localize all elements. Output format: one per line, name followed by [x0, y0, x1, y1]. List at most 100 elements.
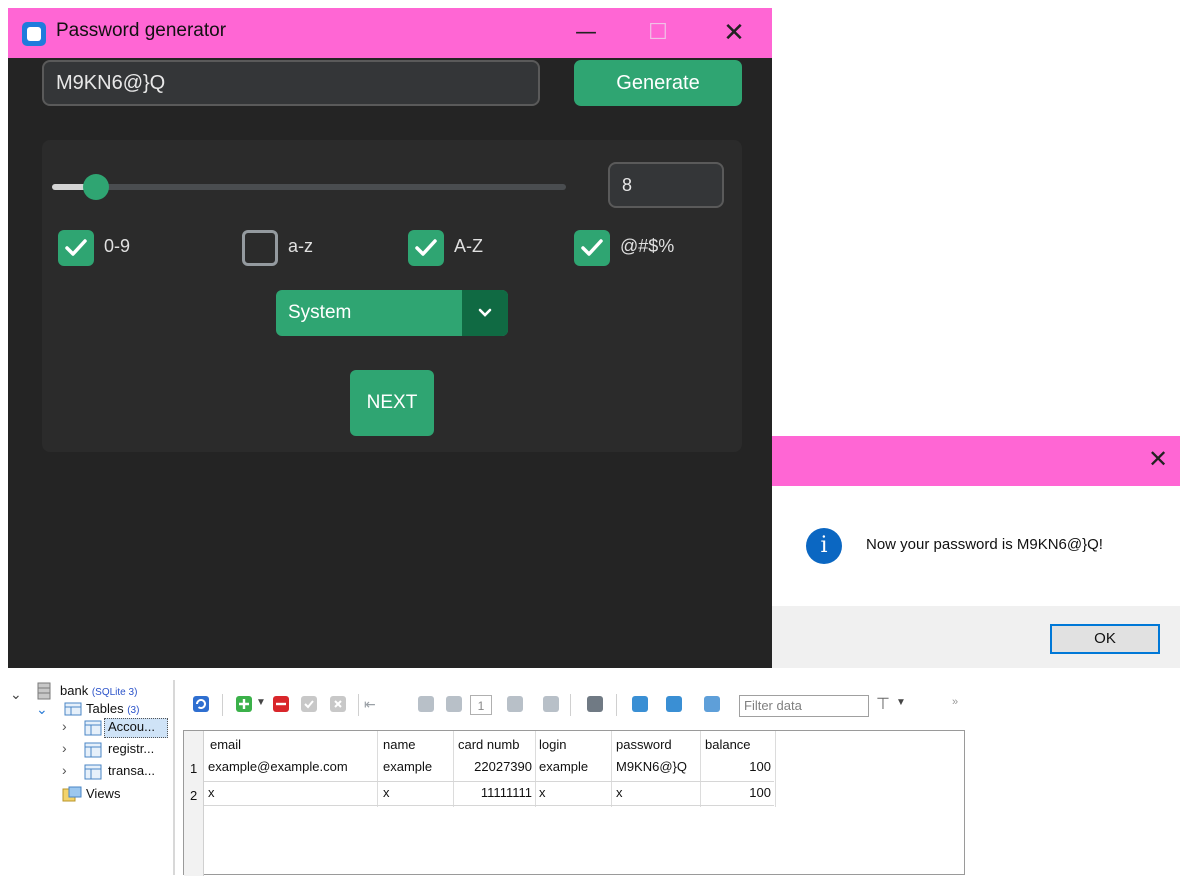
- first-page-icon[interactable]: ⇤: [364, 696, 376, 713]
- checkmark-icon: [65, 239, 87, 256]
- password-output-field[interactable]: M9KN6@}Q: [42, 60, 540, 106]
- ok-button[interactable]: OK: [1050, 624, 1160, 654]
- tree-db-node[interactable]: bank (SQLite 3): [60, 683, 137, 698]
- table-cell[interactable]: 100: [705, 759, 771, 774]
- db-name: bank: [60, 683, 89, 698]
- column-divider: [453, 731, 454, 807]
- table-cell[interactable]: 22027390: [456, 759, 532, 774]
- checkbox-digits[interactable]: 0-9: [58, 230, 198, 270]
- generate-button[interactable]: Generate: [574, 60, 742, 106]
- toolbar-overflow-icon[interactable]: »: [952, 696, 958, 708]
- mode-selected-value: System: [288, 302, 352, 323]
- views-icon: [62, 786, 82, 802]
- column-divider: [535, 731, 536, 807]
- table-icon: [84, 720, 102, 736]
- tables-folder-icon: [64, 702, 82, 716]
- next-button[interactable]: NEXT: [350, 370, 434, 436]
- options-panel: 8 0-9 a-z A-Z @#$% System NEXT: [42, 140, 742, 452]
- dropdown-arrow-icon[interactable]: ▼: [896, 697, 906, 708]
- rollback-icon[interactable]: [330, 696, 346, 712]
- checkbox-lowercase[interactable]: a-z: [242, 230, 382, 270]
- page-number-field[interactable]: 1: [470, 695, 492, 715]
- table-cell[interactable]: x: [539, 785, 609, 800]
- fit-columns-icon[interactable]: [632, 696, 648, 712]
- password-generator-window: Password generator — ☐ ✕ M9KN6@}Q Genera…: [8, 8, 772, 668]
- tree-views-node[interactable]: Views: [86, 786, 120, 801]
- checkbox-uppercase[interactable]: A-Z: [408, 230, 548, 270]
- checkmark-icon: [415, 239, 437, 256]
- table-cell[interactable]: x: [616, 785, 698, 800]
- table-cell[interactable]: example@example.com: [208, 759, 376, 774]
- checkbox-label: 0-9: [104, 236, 131, 256]
- row-divider: [204, 805, 774, 806]
- fill-icon[interactable]: [704, 696, 720, 712]
- previous-page-icon[interactable]: [446, 696, 462, 712]
- toolbar-separator: [222, 694, 223, 716]
- chevron-down-icon[interactable]: ⌄: [36, 701, 48, 718]
- column-header[interactable]: name: [383, 737, 416, 752]
- column-header[interactable]: login: [539, 737, 566, 752]
- maximize-button[interactable]: ☐: [628, 8, 688, 58]
- chevron-down-icon[interactable]: ⌄: [10, 686, 22, 703]
- refresh-icon[interactable]: [193, 696, 209, 712]
- checkbox-box[interactable]: [242, 230, 278, 266]
- column-header[interactable]: card numb: [458, 737, 532, 752]
- chevron-right-icon[interactable]: ›: [62, 718, 67, 734]
- tree-tables-node[interactable]: Tables (3): [86, 701, 139, 716]
- filter-data-input[interactable]: Filter data: [739, 695, 869, 717]
- delete-row-icon[interactable]: [273, 696, 289, 712]
- checkbox-label: A-Z: [454, 236, 483, 256]
- table-cell[interactable]: example: [383, 759, 451, 774]
- chevron-down-icon: [478, 308, 492, 317]
- title-bar[interactable]: Password generator — ☐ ✕: [8, 8, 772, 58]
- first-page-icon[interactable]: [418, 696, 434, 712]
- dialog-footer: OK: [772, 606, 1180, 668]
- dropdown-arrow-icon[interactable]: ▼: [256, 697, 266, 708]
- tree-table-item[interactable]: transa...: [108, 763, 155, 778]
- table-cell[interactable]: 11111111: [456, 785, 532, 800]
- dialog-message: Now your password is M9KN6@}Q!: [866, 536, 1103, 553]
- checkbox-box[interactable]: [408, 230, 444, 266]
- column-divider: [700, 731, 701, 807]
- database-browser: ⌄ bank (SQLite 3) ⌄ Tables (3) › Accou..…: [0, 680, 1180, 876]
- tables-label: Tables: [86, 701, 124, 716]
- table-cell[interactable]: example: [539, 759, 609, 774]
- checkmark-icon: [581, 239, 603, 256]
- length-input[interactable]: 8: [608, 162, 724, 208]
- commit-icon[interactable]: [301, 696, 317, 712]
- checkbox-box[interactable]: [574, 230, 610, 266]
- length-slider[interactable]: [52, 174, 566, 200]
- table-cell[interactable]: M9KN6@}Q: [616, 759, 698, 774]
- table-cell[interactable]: x: [208, 785, 376, 800]
- tree-table-item[interactable]: Accou...: [104, 718, 168, 738]
- table-cell[interactable]: 100: [705, 785, 771, 800]
- fit-rows-icon[interactable]: [666, 696, 682, 712]
- column-header[interactable]: balance: [705, 737, 751, 752]
- minimize-button[interactable]: —: [556, 8, 616, 58]
- next-page-icon[interactable]: [507, 696, 523, 712]
- mode-dropdown[interactable]: System: [276, 290, 508, 336]
- print-icon[interactable]: [587, 696, 603, 712]
- chevron-right-icon[interactable]: ›: [62, 740, 67, 756]
- filter-icon[interactable]: ⊤: [876, 694, 890, 714]
- slider-handle[interactable]: [83, 174, 109, 200]
- dialog-close-button[interactable]: ✕: [1148, 445, 1168, 473]
- last-page-icon[interactable]: [543, 696, 559, 712]
- add-row-icon[interactable]: [236, 696, 252, 712]
- checkbox-box[interactable]: [58, 230, 94, 266]
- db-type: (SQLite 3): [91, 687, 138, 698]
- dialog-title-bar[interactable]: ✕: [772, 436, 1180, 486]
- column-header[interactable]: password: [616, 737, 672, 752]
- app-icon: [22, 22, 46, 46]
- checkbox-label: a-z: [288, 236, 314, 256]
- tree-table-item[interactable]: registr...: [108, 741, 154, 756]
- pane-splitter[interactable]: [173, 680, 175, 875]
- checkbox-symbols[interactable]: @#$%: [574, 230, 724, 270]
- close-button[interactable]: ✕: [704, 8, 764, 58]
- dropdown-arrow-button[interactable]: [462, 290, 508, 336]
- table-cell[interactable]: x: [383, 785, 451, 800]
- toolbar-separator: [616, 694, 617, 716]
- info-icon: i: [806, 528, 842, 564]
- column-header[interactable]: email: [210, 737, 241, 752]
- chevron-right-icon[interactable]: ›: [62, 762, 67, 778]
